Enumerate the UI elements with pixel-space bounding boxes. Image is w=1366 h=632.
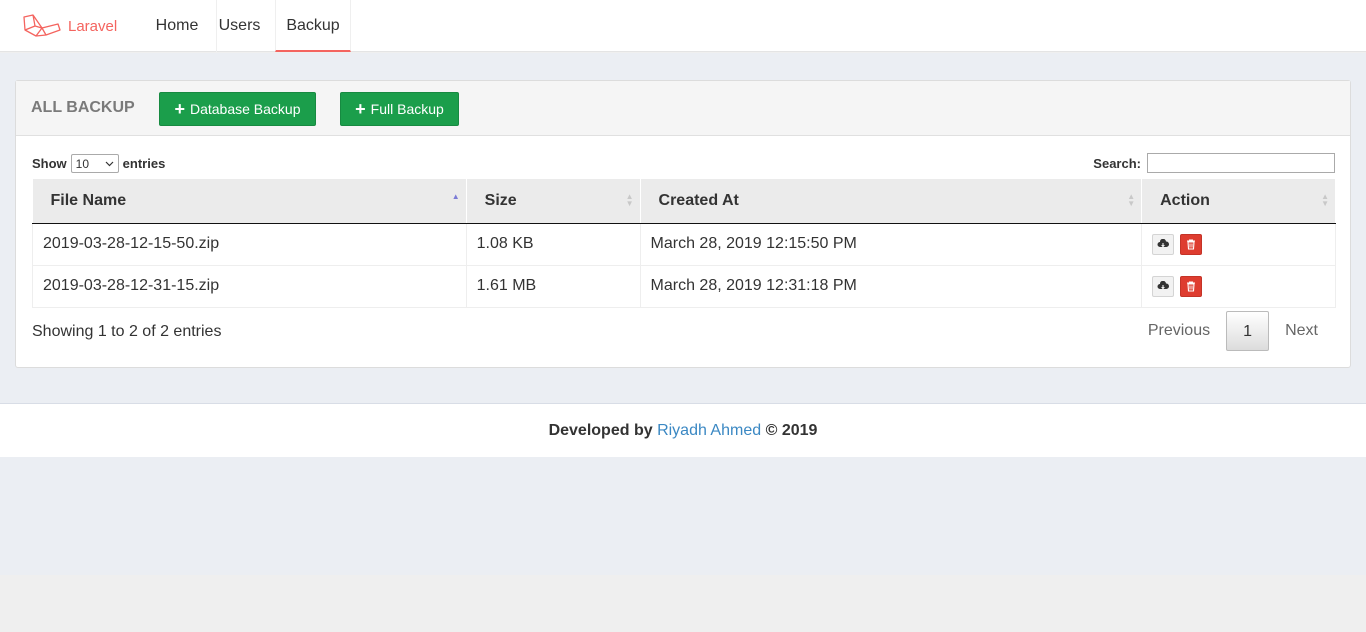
column-created-at[interactable]: Created At ▲ ▼ [640, 179, 1143, 224]
sort-icon: ▲ [451, 192, 460, 201]
page-button-current[interactable]: 1 [1226, 311, 1270, 351]
footer: Developed by Riyadh Ahmed © 2019 [0, 403, 1366, 457]
column-label: Action [1160, 191, 1210, 209]
chevron-down-icon [105, 161, 114, 166]
column-label: Size [484, 191, 517, 209]
panel-title: ALL BACKUP [31, 99, 135, 116]
nav-backup[interactable]: Backup [275, 0, 351, 52]
search-control: Search: [1093, 153, 1335, 173]
table-info: Showing 1 to 2 of 2 entries [32, 323, 222, 340]
column-action[interactable]: Action ▲ ▼ [1141, 179, 1336, 224]
nav-users[interactable]: Users [216, 0, 262, 52]
download-button[interactable] [1152, 233, 1175, 255]
brand-logo[interactable]: Laravel [22, 10, 117, 42]
page-length-select[interactable]: 10 [70, 154, 119, 173]
plus-icon: + [355, 99, 366, 119]
cell-size: 1.08 KB [466, 223, 641, 266]
cell-file-name: 2019-03-28-12-31-15.zip [32, 265, 467, 308]
column-label: Created At [658, 191, 739, 209]
cell-created-at: March 28, 2019 12:31:18 PM [640, 265, 1143, 308]
column-file-name[interactable]: File Name ▲ [32, 179, 467, 224]
database-backup-button[interactable]: + Database Backup [159, 92, 316, 126]
author-link[interactable]: Riyadh Ahmed [657, 422, 761, 439]
delete-button[interactable] [1180, 275, 1203, 297]
navbar: Laravel Home Users Backup [0, 0, 1366, 52]
pagination: Previous 1 Next [1132, 311, 1334, 351]
search-label: Search: [1093, 155, 1141, 171]
cell-size: 1.61 MB [466, 265, 641, 308]
cell-created-at: March 28, 2019 12:15:50 PM [640, 223, 1143, 266]
table-header-row: File Name ▲ Size ▲ ▼ Created At ▲ ▼ Action… [32, 179, 1336, 224]
cell-action [1141, 265, 1336, 308]
backup-panel: ALL BACKUP + Database Backup + Full Back… [15, 80, 1351, 368]
cell-action [1141, 223, 1336, 266]
panel-header: ALL BACKUP + Database Backup + Full Back… [16, 81, 1350, 136]
full-backup-button[interactable]: + Full Backup [340, 92, 459, 126]
backup-table: File Name ▲ Size ▲ ▼ Created At ▲ ▼ Action… [32, 179, 1336, 308]
download-button[interactable] [1152, 275, 1175, 297]
cloud-download-icon [1157, 281, 1170, 290]
trash-icon [1187, 280, 1196, 292]
plus-icon: + [174, 99, 185, 119]
column-size[interactable]: Size ▲ ▼ [466, 179, 641, 224]
table-row: 2019-03-28-12-15-50.zip 1.08 KB March 28… [32, 223, 1336, 266]
footer-copyright: © 2019 [765, 422, 818, 439]
page-length-value: 10 [75, 156, 90, 171]
sort-icon: ▲ ▼ [625, 192, 634, 208]
sort-icon: ▲ ▼ [1321, 192, 1329, 208]
show-label: Show [32, 156, 67, 171]
sort-icon: ▲ ▼ [1127, 192, 1136, 208]
cell-file-name: 2019-03-28-12-15-50.zip [32, 223, 467, 266]
entries-label: entries [122, 156, 166, 171]
cloud-download-icon [1157, 239, 1170, 248]
search-input[interactable] [1147, 153, 1335, 173]
trash-icon [1187, 238, 1196, 250]
table-row: 2019-03-28-12-31-15.zip 1.61 MB March 28… [32, 265, 1336, 308]
database-backup-label: Database Backup [189, 101, 301, 117]
next-page-button[interactable]: Next [1269, 311, 1334, 351]
page-length-control: Show 10 entries [32, 154, 165, 173]
laravel-icon [23, 14, 61, 37]
column-label: File Name [50, 191, 127, 209]
page-background-lower [0, 457, 1366, 575]
footer-prefix: Developed by [548, 422, 653, 439]
nav-home[interactable]: Home [150, 0, 204, 52]
delete-button[interactable] [1180, 233, 1203, 255]
brand-name: Laravel [68, 17, 118, 35]
full-backup-label: Full Backup [370, 101, 444, 117]
previous-page-button[interactable]: Previous [1132, 311, 1226, 351]
